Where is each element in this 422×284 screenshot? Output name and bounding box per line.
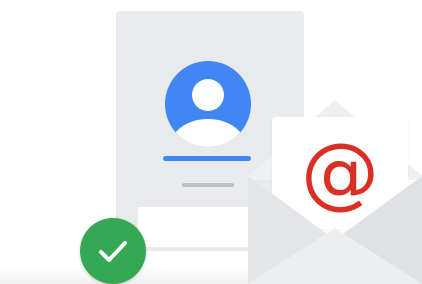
name-placeholder-bar [163, 156, 251, 161]
email-letter: @ [272, 117, 408, 229]
avatar-icon [165, 61, 251, 147]
verify-email-illustration: @ [0, 0, 422, 284]
subtitle-placeholder-bar [182, 183, 234, 187]
check-circle-icon [80, 218, 146, 284]
at-sign-icon: @ [301, 128, 379, 218]
